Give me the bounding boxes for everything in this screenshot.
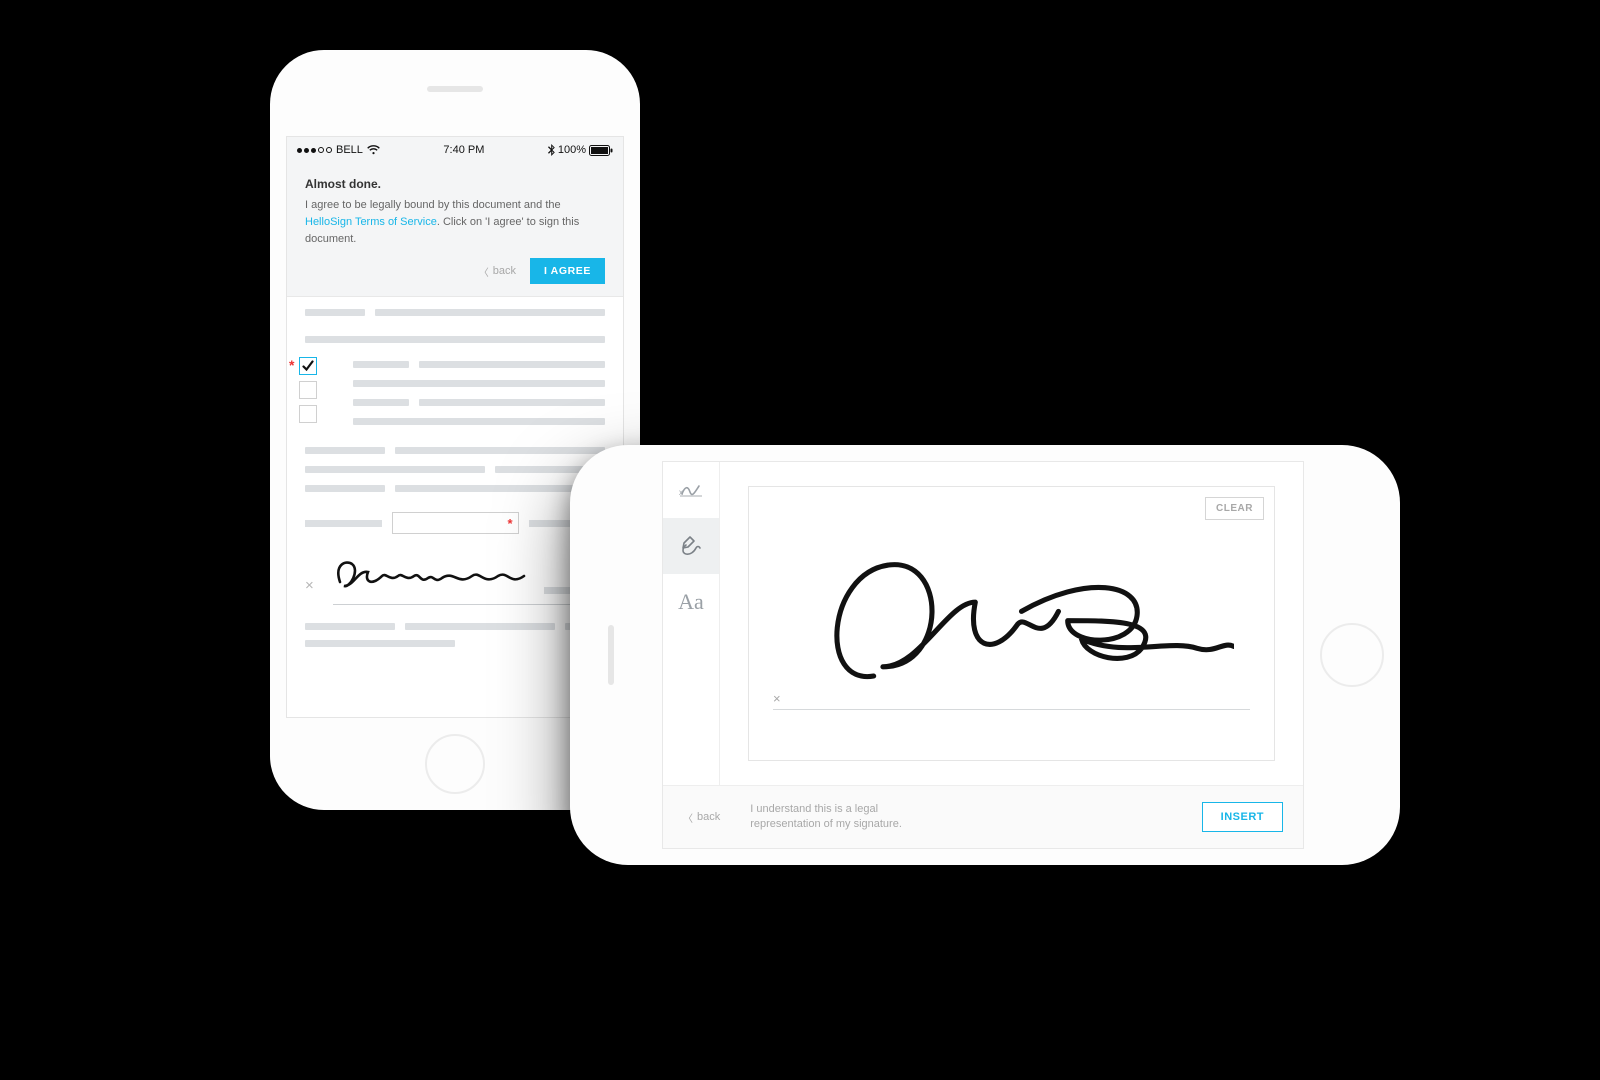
signal-dots-icon	[297, 147, 332, 153]
signature-footer: 〈 back I understand this is a legal repr…	[663, 785, 1303, 848]
wifi-icon	[367, 145, 380, 155]
large-signature	[809, 517, 1234, 715]
carrier-label: BELL	[336, 144, 363, 156]
battery-icon	[589, 145, 613, 156]
type-tool-label: Aa	[678, 589, 704, 615]
required-star-icon: *	[507, 516, 512, 531]
phone-landscape-frame: x Aa CLEAR ×	[570, 445, 1400, 865]
document-text-lines-3	[305, 623, 605, 647]
signature-canvas[interactable]: CLEAR ×	[748, 486, 1275, 761]
i-agree-button[interactable]: I AGREE	[530, 258, 605, 284]
small-signature	[324, 552, 534, 594]
type-tool[interactable]: Aa	[663, 574, 719, 630]
sign-line-tool[interactable]: x	[663, 462, 719, 518]
chevron-left-icon: 〈	[683, 810, 693, 825]
signature-x-mark: ×	[305, 577, 314, 594]
home-button[interactable]	[1320, 623, 1384, 687]
signature-row: ×	[305, 552, 605, 594]
status-time: 7:40 PM	[443, 144, 484, 156]
document-text-lines-2	[305, 447, 605, 492]
phone-speaker	[608, 625, 614, 685]
terms-link[interactable]: HelloSign Terms of Service	[305, 216, 437, 228]
back-button[interactable]: 〈 back	[683, 810, 720, 825]
signature-tool-rail: x Aa	[663, 462, 720, 785]
panel-body: I agree to be legally bound by this docu…	[305, 197, 605, 248]
required-input-box[interactable]: *	[392, 512, 519, 534]
checkbox-2[interactable]	[299, 381, 317, 399]
required-asterisk: *	[289, 357, 294, 373]
insert-button[interactable]: INSERT	[1202, 802, 1283, 832]
canvas-x-mark: ×	[773, 691, 781, 706]
chevron-left-icon: 〈	[479, 264, 489, 279]
back-label: back	[697, 811, 720, 823]
back-button[interactable]: 〈 back	[479, 264, 516, 279]
landscape-screen: x Aa CLEAR ×	[662, 461, 1304, 849]
document-text-lines	[353, 361, 605, 425]
home-button[interactable]	[425, 734, 485, 794]
checkbox-3[interactable]	[299, 405, 317, 423]
signature-disclaimer: I understand this is a legal representat…	[750, 802, 902, 833]
panel-title: Almost done.	[305, 177, 605, 191]
svg-text:x: x	[679, 488, 683, 497]
status-bar: BELL 7:40 PM 100%	[287, 137, 623, 163]
phone-speaker	[427, 86, 483, 92]
back-label: back	[493, 265, 516, 277]
agreement-panel: Almost done. I agree to be legally bound…	[287, 163, 623, 297]
bluetooth-icon	[548, 144, 555, 156]
signature-area: CLEAR ×	[720, 462, 1303, 785]
checkbox-group	[299, 357, 317, 429]
required-field-row: *	[305, 512, 605, 534]
checkbox-1[interactable]	[299, 357, 317, 375]
panel-body-prefix: I agree to be legally bound by this docu…	[305, 199, 561, 211]
battery-percent: 100%	[558, 144, 586, 156]
draw-tool[interactable]	[663, 518, 719, 574]
